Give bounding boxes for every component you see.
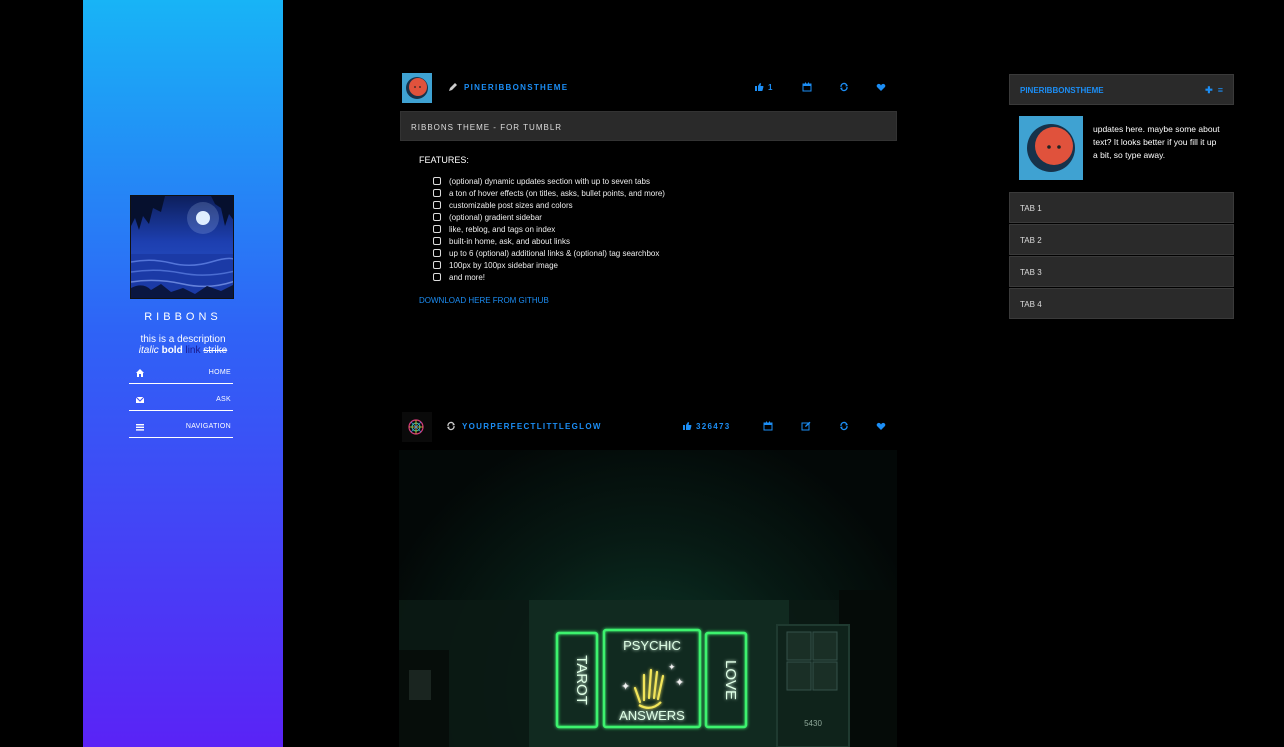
- like-count: 326473: [696, 422, 731, 431]
- neon-psychic: PSYCHIC: [623, 638, 681, 653]
- list-item: a ton of hover effects (on titles, asks,…: [433, 188, 665, 200]
- door-number: 5430: [804, 719, 822, 728]
- heart-icon[interactable]: [876, 82, 886, 92]
- post-photo[interactable]: 5430 TAROT LOVE PSYCHIC ANSWERS ✦ ✦ ✦: [399, 450, 897, 747]
- calendar-icon[interactable]: [763, 421, 773, 431]
- svg-text:✦: ✦: [621, 680, 630, 693]
- nav-ask[interactable]: ASK: [129, 391, 233, 411]
- pencil-icon: [448, 82, 458, 92]
- menu-icon[interactable]: ≡: [1218, 85, 1223, 95]
- thumbs-up-icon[interactable]: [682, 421, 692, 431]
- description-formatting: italic bold link strike: [83, 345, 283, 356]
- post-username[interactable]: PINERIBBONSTHEME: [464, 83, 568, 92]
- reblog-icon[interactable]: [839, 82, 849, 92]
- tab-3[interactable]: TAB 3: [1009, 256, 1234, 287]
- list-item: and more!: [433, 272, 665, 284]
- nav-ask-label: ASK: [216, 396, 231, 403]
- checkbox-icon: [433, 249, 441, 257]
- list-item: 100px by 100px sidebar image: [433, 260, 665, 272]
- nav-navigation-label: NAVIGATION: [185, 423, 231, 430]
- tab-2[interactable]: TAB 2: [1009, 224, 1234, 255]
- list-item: (optional) gradient sidebar: [433, 212, 665, 224]
- avatar[interactable]: [402, 73, 432, 103]
- reblog-icon: [446, 421, 456, 431]
- checkbox-icon: [433, 261, 441, 269]
- avatar[interactable]: [402, 412, 432, 442]
- heart-icon[interactable]: [876, 421, 886, 431]
- blog-title: RIBBONS: [144, 311, 222, 323]
- menu-icon: [135, 422, 145, 432]
- post-header: PINERIBBONSTHEME 1: [402, 73, 897, 103]
- thumbs-up-icon[interactable]: [754, 82, 764, 92]
- like-count: 1: [768, 83, 774, 92]
- checkbox-icon: [433, 177, 441, 185]
- post-header: YOURPERFECTLITTLEGLOW 326473: [402, 412, 897, 442]
- reblog-icon[interactable]: [839, 421, 849, 431]
- sidebar: RIBBONS this is a description italic bol…: [83, 0, 283, 747]
- plus-icon[interactable]: ✚: [1205, 85, 1213, 95]
- list-item: customizable post sizes and colors: [433, 200, 665, 212]
- neon-love: LOVE: [722, 660, 739, 700]
- nav-navigation[interactable]: NAVIGATION: [129, 418, 233, 438]
- avatar: [1019, 116, 1083, 180]
- tab-1[interactable]: TAB 1: [1009, 192, 1234, 223]
- list-item: like, reblog, and tags on index: [433, 224, 665, 236]
- features-heading: FEATURES:: [419, 155, 469, 165]
- updates-username[interactable]: PINERIBBONSTHEME: [1020, 86, 1104, 95]
- blog-description: this is a description: [140, 334, 226, 345]
- bold-text: bold: [161, 345, 183, 356]
- updates-header[interactable]: PINERIBBONSTHEME ✚ ≡: [1009, 74, 1234, 105]
- checkbox-icon: [433, 201, 441, 209]
- updates-header-icons: ✚ ≡: [1205, 85, 1223, 96]
- post-title[interactable]: RIBBONS THEME - FOR TUMBLR: [400, 111, 897, 141]
- italic-text: italic: [138, 345, 159, 356]
- neon-answers: ANSWERS: [619, 708, 685, 723]
- checkbox-icon: [433, 213, 441, 221]
- checkbox-icon: [433, 225, 441, 233]
- features-list: (optional) dynamic updates section with …: [433, 176, 665, 284]
- strike-text: strike: [203, 345, 228, 356]
- svg-text:✦: ✦: [675, 676, 684, 689]
- updates-text: updates here. maybe some about text? It …: [1093, 124, 1220, 160]
- checkbox-icon: [433, 189, 441, 197]
- neon-tarot: TAROT: [573, 655, 590, 705]
- edit-icon[interactable]: [801, 421, 811, 431]
- post-username[interactable]: YOURPERFECTLITTLEGLOW: [462, 422, 602, 431]
- nav-home[interactable]: HOME: [129, 364, 233, 384]
- envelope-icon: [135, 395, 145, 405]
- sidebar-image: [130, 195, 234, 299]
- download-link[interactable]: DOWNLOAD HERE FROM GITHUB: [419, 296, 549, 305]
- checkbox-icon: [433, 237, 441, 245]
- calendar-icon[interactable]: [802, 82, 812, 92]
- list-item: up to 6 (optional) additional links & (o…: [433, 248, 665, 260]
- description-link[interactable]: link: [185, 345, 200, 356]
- list-item: built-in home, ask, and about links: [433, 236, 665, 248]
- svg-text:✦: ✦: [668, 663, 676, 673]
- home-icon: [135, 368, 145, 378]
- tab-4[interactable]: TAB 4: [1009, 288, 1234, 319]
- checkbox-icon: [433, 273, 441, 281]
- nav-home-label: HOME: [208, 369, 231, 376]
- list-item: (optional) dynamic updates section with …: [433, 176, 665, 188]
